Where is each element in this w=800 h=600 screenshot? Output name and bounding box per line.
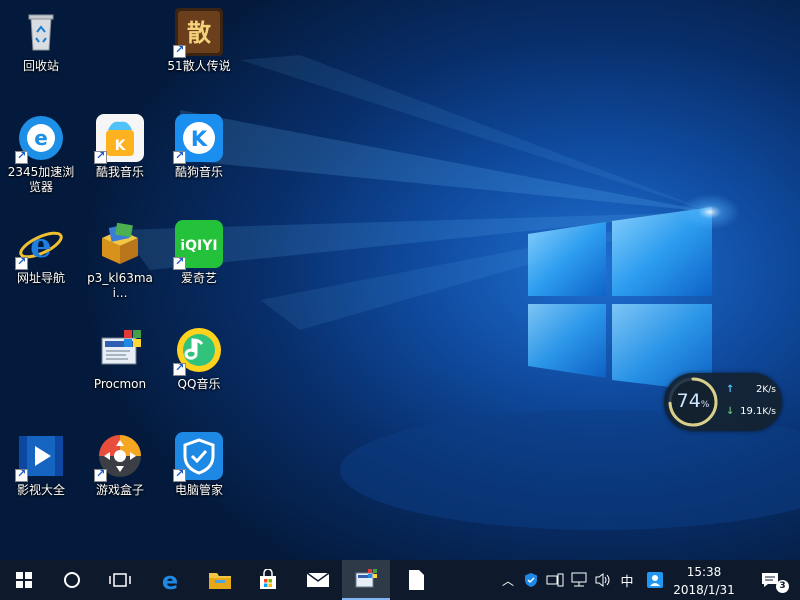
game-icon: 散: [173, 8, 223, 58]
kuwo-music-icon: K: [94, 114, 144, 164]
taskbar-mail[interactable]: [294, 560, 342, 600]
shield-tray-icon: [525, 573, 537, 587]
svg-text:e: e: [34, 126, 48, 150]
gamepad-icon: [94, 432, 144, 482]
svg-text:e: e: [162, 568, 178, 592]
ime-mode-indicator[interactable]: 中: [616, 560, 638, 600]
qq-music-icon: [173, 326, 223, 376]
shortcut-arrow-icon: [173, 43, 186, 58]
desktop-icon-video-player[interactable]: 影视大全: [2, 426, 80, 530]
taskbar-procmon[interactable]: [342, 560, 390, 600]
desktop-icon-label: 游戏盒子: [95, 483, 144, 497]
desktop-icon-kuwo[interactable]: K 酷我音乐: [81, 108, 159, 212]
taskbar-blank-document[interactable]: [392, 560, 440, 600]
desktop-icon-label: 影视大全: [16, 483, 65, 497]
tray-security[interactable]: [520, 560, 542, 600]
notification-count-badge: 3: [776, 580, 789, 593]
taskbar-file-explorer[interactable]: [196, 560, 244, 600]
desktop-icon-label: 爱奇艺: [180, 271, 217, 285]
device-tray-icon: [546, 573, 564, 587]
desktop-icon-procmon[interactable]: Procmon: [81, 320, 159, 424]
desktop-icon-label: QQ音乐: [177, 377, 221, 391]
folder-icon: [209, 573, 231, 589]
document-icon: [409, 570, 424, 590]
upload-arrow-icon: ↑: [726, 384, 735, 395]
cortana-search-button[interactable]: [48, 560, 96, 600]
svg-text:e: e: [30, 226, 52, 266]
shortcut-arrow-icon: [173, 361, 186, 376]
desktop-icon-label: p3_kl63mai...: [87, 271, 153, 300]
network-icon: [571, 572, 587, 587]
procmon-icon: [96, 326, 144, 374]
start-button[interactable]: [0, 560, 48, 600]
tray-qq[interactable]: [644, 560, 666, 600]
desktop-icon-pc-manager[interactable]: 电脑管家: [160, 426, 238, 530]
taskbar-edge[interactable]: e: [146, 560, 194, 600]
shortcut-arrow-icon: [94, 467, 107, 482]
desktop-icon-p3-installer[interactable]: p3_kl63mai...: [81, 214, 159, 318]
desktop-icon-2345-browser[interactable]: e 2345加速浏览器: [2, 108, 80, 212]
memory-usage-percent: 74%: [676, 390, 710, 412]
desktop-icon-ie[interactable]: e 网址导航: [2, 214, 80, 318]
network-speed-widget[interactable]: 74% ↑ 2K/s ↓ 19.1K/s: [664, 373, 782, 431]
svg-text:K: K: [115, 138, 127, 154]
desktop-icon-kugou[interactable]: K 酷狗音乐: [160, 108, 238, 212]
video-player-icon: [15, 432, 65, 482]
desktop: 回收站 散 51散人传说 e 2345加速浏览器 K 酷我音乐 K 酷狗音乐 e: [0, 0, 800, 560]
shortcut-arrow-icon: [173, 467, 186, 482]
svg-text:K: K: [191, 127, 208, 151]
desktop-icon-qqmusic[interactable]: QQ音乐: [160, 320, 238, 424]
speaker-icon: [595, 573, 610, 587]
desktop-icon-recycle-bin[interactable]: 回收站: [2, 2, 80, 106]
taskbar-store[interactable]: [244, 560, 292, 600]
cortana-circle-icon: [64, 572, 80, 588]
desktop-icon-label: 网址导航: [16, 271, 65, 285]
shield-icon: [173, 432, 223, 482]
desktop-icon-label: 2345加速浏览器: [7, 165, 75, 194]
desktop-icon-label: 酷我音乐: [95, 165, 144, 179]
desktop-icon-51sanren[interactable]: 散 51散人传说: [160, 2, 238, 106]
svg-text:散: 散: [187, 18, 211, 47]
task-view-icon: [109, 573, 131, 587]
svg-text:iQIYI: iQIYI: [180, 238, 217, 254]
clock-date: 2018/1/31: [673, 583, 735, 597]
user-tray-icon: [647, 572, 663, 588]
desktop-icon-label: 电脑管家: [174, 483, 223, 497]
tray-volume[interactable]: [592, 560, 614, 600]
desktop-icon-iqiyi[interactable]: iQIYI 爱奇艺: [160, 214, 238, 318]
taskbar-clock[interactable]: 15:38 2018/1/31: [666, 560, 742, 600]
download-arrow-icon: ↓: [726, 406, 735, 417]
shortcut-arrow-icon: [173, 255, 186, 270]
clock-time: 15:38: [686, 565, 722, 579]
windows-logo-icon: [16, 572, 32, 588]
iqiyi-icon: iQIYI: [173, 220, 223, 270]
shortcut-arrow-icon: [94, 149, 107, 164]
taskbar: e ︿ 中 15:38 2018/1/31 3: [0, 560, 800, 600]
desktop-icon-label: Procmon: [93, 377, 147, 391]
kugou-music-icon: K: [173, 114, 223, 164]
show-hidden-icons-button[interactable]: ︿: [498, 560, 518, 600]
recycle-bin-icon: [17, 8, 65, 56]
mail-icon: [306, 572, 330, 587]
shortcut-arrow-icon: [15, 149, 28, 164]
installer-box-icon: [96, 220, 144, 268]
tray-network[interactable]: [568, 560, 590, 600]
desktop-icon-game-box[interactable]: 游戏盒子: [81, 426, 159, 530]
desktop-icon-label: 51散人传说: [167, 59, 231, 73]
shortcut-arrow-icon: [15, 467, 28, 482]
procmon-icon: [355, 569, 377, 588]
edge-icon: e: [162, 568, 178, 592]
ie-icon: e: [15, 220, 65, 270]
desktop-icon-label: 酷狗音乐: [174, 165, 223, 179]
task-view-button[interactable]: [96, 560, 144, 600]
chevron-up-icon: ︿: [501, 573, 514, 588]
action-center-button[interactable]: 3: [756, 560, 789, 600]
store-bag-icon: [260, 569, 276, 589]
tray-app-icon[interactable]: [544, 560, 566, 600]
shortcut-arrow-icon: [15, 255, 28, 270]
browser-2345-icon: e: [15, 114, 65, 164]
desktop-icon-label: 回收站: [22, 59, 59, 73]
shortcut-arrow-icon: [173, 149, 186, 164]
